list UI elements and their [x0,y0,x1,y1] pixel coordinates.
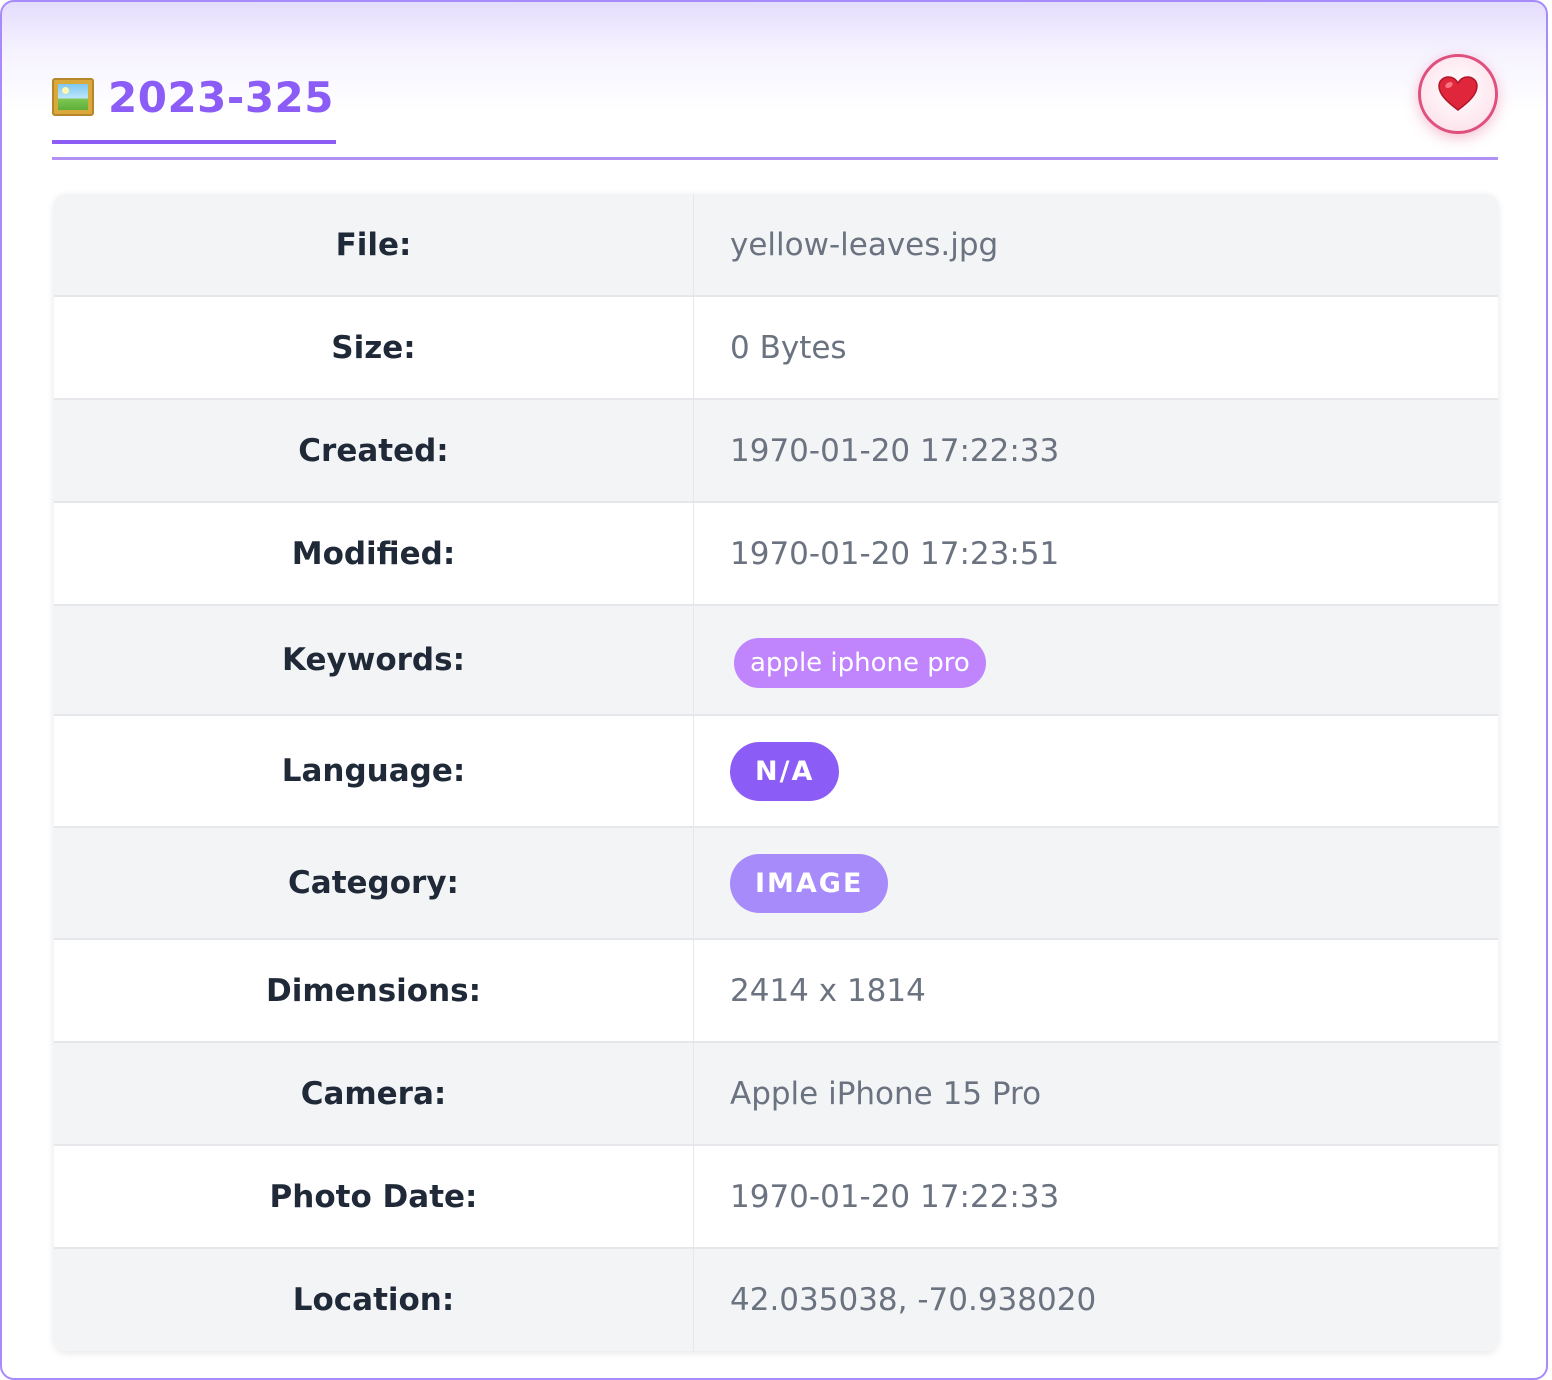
table-row-location: Location: 42.035038, -70.938020 [54,1249,1498,1351]
keywords-value: apple iphone pro [694,606,1498,714]
file-details-card: 2023-325 File: yellow-leaves.jpg Size: 0… [0,0,1548,1380]
row-label: Modified: [54,503,694,604]
table-row-language: Language: N/A [54,716,1498,828]
page-title: 2023-325 [108,72,334,122]
favorite-button[interactable] [1418,54,1498,134]
modified-date-value: 1970-01-20 17:23:51 [730,535,1060,572]
category-value: IMAGE [694,828,1498,938]
table-row-category: Category: IMAGE [54,828,1498,940]
row-label: Location: [54,1249,694,1351]
table-row-file: File: yellow-leaves.jpg [54,194,1498,297]
file-name-value: yellow-leaves.jpg [730,226,999,263]
table-row-keywords: Keywords: apple iphone pro [54,606,1498,716]
language-badge: N/A [730,741,840,801]
row-label: Photo Date: [54,1146,694,1247]
row-label: Created: [54,400,694,501]
framed-picture-icon [52,78,94,116]
card-header: 2023-325 [52,54,1498,160]
heart-icon [1438,76,1478,111]
details-table: File: yellow-leaves.jpg Size: 0 Bytes Cr… [54,194,1498,1351]
row-label: Keywords: [54,606,694,714]
row-label: Size: [54,297,694,398]
table-row-created: Created: 1970-01-20 17:22:33 [54,400,1498,503]
file-size-value: 0 Bytes [730,329,847,366]
table-row-camera: Camera: Apple iPhone 15 Pro [54,1043,1498,1146]
table-row-size: Size: 0 Bytes [54,297,1498,400]
row-label: File: [54,194,694,295]
photo-date-value: 1970-01-20 17:22:33 [730,1178,1060,1215]
language-value: N/A [694,716,1498,826]
created-date-value: 1970-01-20 17:22:33 [730,432,1060,469]
table-row-modified: Modified: 1970-01-20 17:23:51 [54,503,1498,606]
camera-value: Apple iPhone 15 Pro [730,1075,1042,1112]
location-value[interactable]: 42.035038, -70.938020 [694,1249,1498,1351]
table-row-dimensions: Dimensions: 2414 x 1814 [54,940,1498,1043]
row-label: Dimensions: [54,940,694,1041]
table-row-photo-date: Photo Date: 1970-01-20 17:22:33 [54,1146,1498,1249]
dimensions-value: 2414 x 1814 [730,972,926,1009]
category-badge: IMAGE [730,853,889,913]
row-label: Camera: [54,1043,694,1144]
keyword-tag[interactable]: apple iphone pro [734,638,986,688]
row-label: Language: [54,716,694,826]
title-container: 2023-325 [52,54,336,144]
row-label: Category: [54,828,694,938]
